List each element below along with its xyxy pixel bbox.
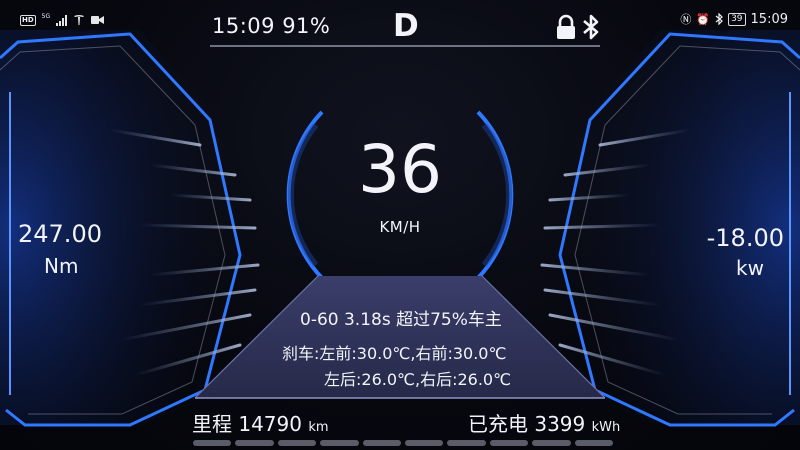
bluetooth-icon	[715, 13, 723, 25]
video-icon	[91, 16, 105, 24]
brake-temp-rear: 左后:26.0℃,右后:26.0℃	[324, 370, 512, 389]
segment	[277, 440, 317, 446]
tesla-logo-icon	[74, 15, 85, 25]
torque-value: 247.00	[18, 220, 102, 248]
bottom-segment-bar	[193, 440, 614, 446]
speed-unit: KM/H	[379, 218, 421, 236]
segment	[362, 440, 402, 446]
power-unit: kw	[736, 256, 764, 280]
mileage-label: 里程	[192, 412, 232, 436]
top-time-battery: 15:09 91%	[212, 14, 331, 38]
mileage-readout: 里程 14790 km	[192, 408, 329, 437]
bluetooth-large-icon[interactable]	[582, 13, 600, 41]
segment	[574, 440, 614, 446]
speed-value: 36	[358, 131, 442, 208]
segment	[447, 440, 486, 446]
segment	[489, 440, 529, 446]
status-bar-right: Ⓝ ⏰ 39 15:09	[680, 10, 788, 28]
hd-badge: HD	[20, 14, 36, 26]
charged-unit: kWh	[591, 420, 621, 435]
status-bar-left: HD 5G	[20, 12, 105, 28]
status-time: 15:09	[750, 11, 788, 27]
segment	[235, 440, 274, 446]
dashboard-screen: HD 5G Ⓝ ⏰ 39 15:09 15:09 91% D 36 KM/H 2…	[0, 0, 800, 450]
mileage-value: 14790	[238, 412, 302, 436]
charged-readout: 已充电 3399 kWh	[468, 408, 620, 437]
torque-unit: Nm	[44, 254, 79, 278]
segment	[532, 440, 571, 446]
mileage-unit: km	[308, 420, 329, 435]
alarm-icon: ⏰	[696, 12, 711, 26]
charged-value: 3399	[534, 412, 586, 436]
network-type: 5G	[41, 12, 51, 20]
segment	[320, 440, 359, 446]
segment	[193, 440, 232, 446]
signal-icon	[56, 14, 68, 26]
charged-label: 已充电	[468, 412, 528, 436]
brake-temp-front: 刹车:左前:30.0℃,右前:30.0℃	[282, 344, 507, 363]
acceleration-info: 0-60 3.18s 超过75%车主	[300, 310, 502, 330]
gear-indicator: D	[393, 8, 419, 44]
lock-icon[interactable]	[555, 14, 577, 40]
segment	[405, 440, 444, 446]
battery-icon: 39	[728, 12, 746, 26]
power-value: -18.00	[706, 224, 784, 252]
nfc-icon: Ⓝ	[680, 13, 692, 26]
